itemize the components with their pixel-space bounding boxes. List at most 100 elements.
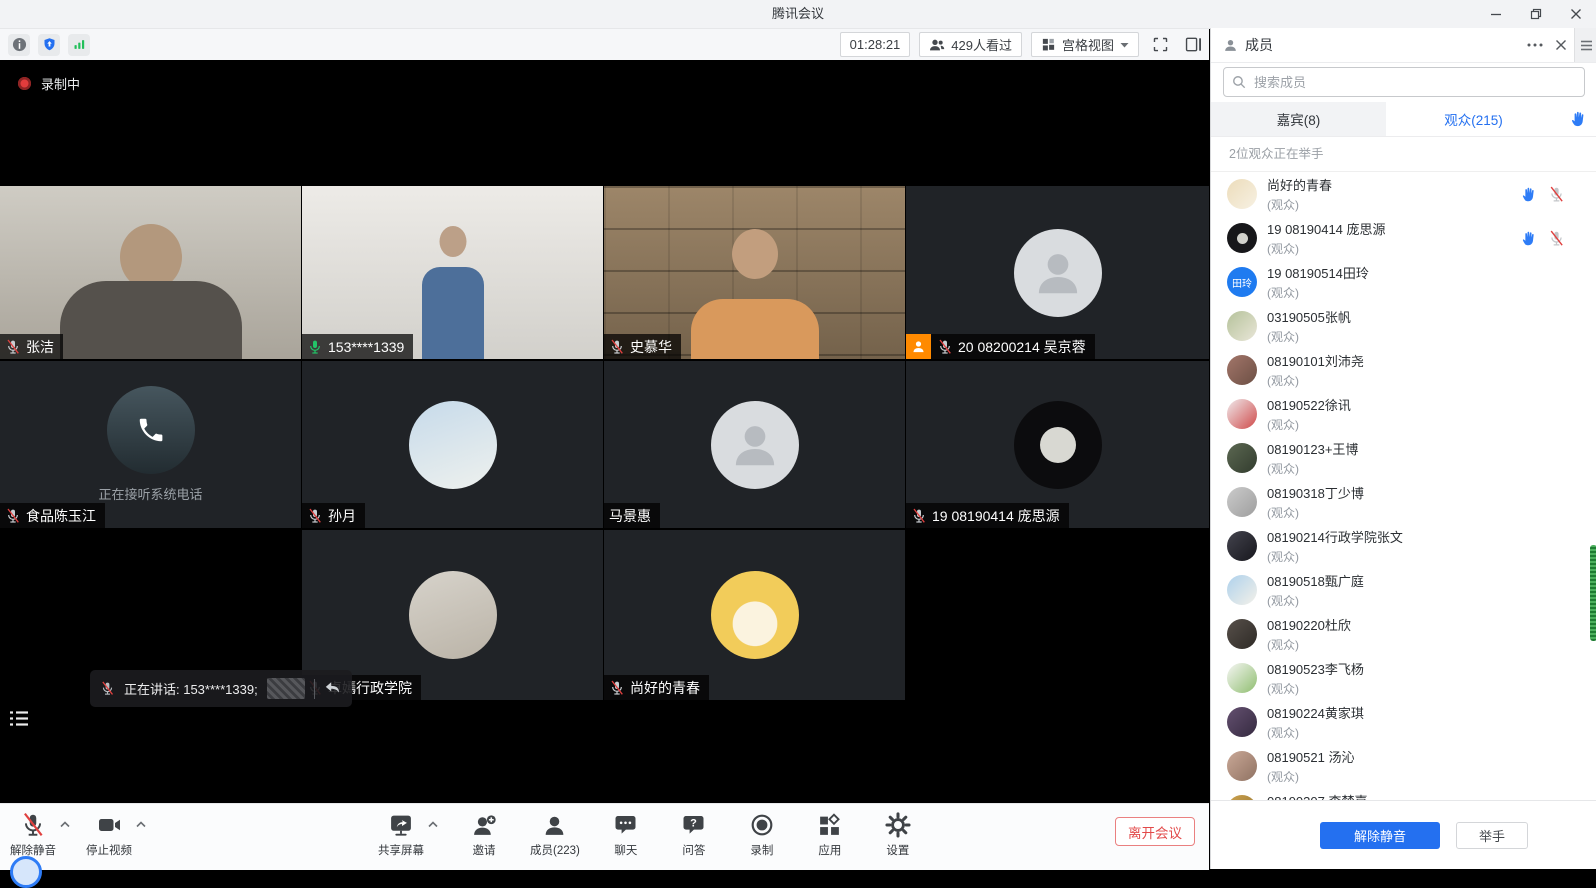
tile-caption: 正在接听系统电话 bbox=[98, 484, 202, 503]
member-avatar bbox=[1227, 575, 1257, 605]
member-name: 08190123+王博 bbox=[1267, 439, 1555, 458]
side-panel-toggle-icon[interactable] bbox=[1181, 33, 1205, 57]
participant-name: 19 08190414 庞思源 bbox=[932, 506, 1060, 526]
fullscreen-button[interactable] bbox=[1148, 33, 1172, 57]
member-list-item[interactable]: 08190521 汤沁 (观众) bbox=[1211, 744, 1596, 788]
mic-muted-icon bbox=[1548, 186, 1565, 203]
more-options-icon[interactable] bbox=[1522, 28, 1548, 62]
toolbar-button-record[interactable]: 录制 bbox=[740, 811, 784, 858]
unmute-button[interactable]: 解除静音 bbox=[1320, 822, 1440, 849]
member-avatar bbox=[1227, 443, 1257, 473]
member-list-item[interactable]: 08190123+王博 (观众) bbox=[1211, 436, 1596, 480]
video-tile[interactable]: 马景惠 bbox=[604, 361, 905, 528]
video-tile[interactable]: 20 08200214 吴京蓉 bbox=[906, 186, 1209, 359]
leave-meeting-button[interactable]: 离开会议 bbox=[1115, 817, 1195, 846]
chevron-up-icon[interactable] bbox=[428, 821, 438, 828]
raise-hand-count-header: 2位观众正在举手 bbox=[1211, 136, 1596, 172]
floating-app-avatar[interactable] bbox=[10, 856, 42, 888]
raised-hands-indicator-icon[interactable] bbox=[1561, 102, 1596, 136]
participant-avatar bbox=[409, 571, 497, 659]
member-avatar: 田玲 bbox=[1227, 267, 1257, 297]
tab-audience[interactable]: 观众(215) bbox=[1386, 102, 1561, 136]
toolbar-button-chat[interactable]: 聊天 bbox=[604, 811, 648, 858]
camera-icon bbox=[96, 811, 123, 839]
recording-dot-icon bbox=[18, 77, 31, 90]
viewer-count-button[interactable]: 429人看过 bbox=[919, 32, 1022, 57]
member-list-item[interactable]: 08190101刘沛尧 (观众) bbox=[1211, 348, 1596, 392]
member-list-item[interactable]: 尚好的青春 (观众) bbox=[1211, 172, 1596, 216]
member-name: 08190214行政学院张文 bbox=[1267, 527, 1555, 546]
member-name: 03190505张帆 bbox=[1267, 307, 1555, 326]
undo-arrow-icon[interactable] bbox=[324, 681, 342, 696]
member-name: 08190224黄家琪 bbox=[1267, 703, 1555, 722]
video-tile[interactable]: 正在接听系统电话 食品陈玉江 bbox=[0, 361, 301, 528]
network-signal-icon[interactable] bbox=[68, 34, 90, 56]
grid-view-icon bbox=[1041, 37, 1056, 52]
toolbar-button-apps[interactable]: 应用 bbox=[808, 811, 852, 858]
member-role: (观众) bbox=[1267, 592, 1555, 609]
speaking-toast: 正在讲话: 153****1339; bbox=[90, 670, 352, 707]
member-list-item[interactable]: 08190224黄家琪 (观众) bbox=[1211, 700, 1596, 744]
toolbar-button-settings[interactable]: 设置 bbox=[876, 811, 920, 858]
participant-name: 食品陈玉江 bbox=[26, 506, 96, 526]
video-tile[interactable]: 孙月 bbox=[302, 361, 603, 528]
recording-indicator: 录制中 bbox=[18, 74, 80, 93]
video-tile[interactable]: 史慕华 bbox=[604, 186, 905, 359]
close-panel-icon[interactable] bbox=[1548, 28, 1574, 62]
search-input[interactable] bbox=[1252, 74, 1576, 91]
toolbar-button-invite[interactable]: 邀请 bbox=[462, 811, 506, 858]
record-icon bbox=[749, 811, 775, 839]
member-name: 08190307 李梦嘉 bbox=[1267, 791, 1555, 800]
panel-drag-handle-icon[interactable] bbox=[1574, 28, 1596, 62]
restore-button[interactable] bbox=[1516, 0, 1556, 28]
member-list-item[interactable]: 田玲 19 08190514田玲 (观众) bbox=[1211, 260, 1596, 304]
member-role: (观众) bbox=[1267, 680, 1555, 697]
close-button[interactable] bbox=[1556, 0, 1596, 28]
toolbar-button-members[interactable]: 成员(223) bbox=[530, 811, 580, 858]
member-list-item[interactable]: 08190523李飞杨 (观众) bbox=[1211, 656, 1596, 700]
meeting-info-icon[interactable] bbox=[8, 34, 30, 56]
member-list-item[interactable]: 08190518甄广庭 (观众) bbox=[1211, 568, 1596, 612]
member-list-item[interactable]: 08190522徐讯 (观众) bbox=[1211, 392, 1596, 436]
member-name: 19 08190514田玲 bbox=[1267, 263, 1555, 282]
participant-name: 马景惠 bbox=[609, 506, 651, 526]
video-tile[interactable]: 19 08190414 庞思源 bbox=[906, 361, 1209, 528]
member-list-item[interactable]: 03190505张帆 (观众) bbox=[1211, 304, 1596, 348]
member-list-item[interactable]: 08190307 李梦嘉 (观众) bbox=[1211, 788, 1596, 800]
caption-list-icon[interactable] bbox=[8, 708, 30, 728]
member-name: 08190522徐讯 bbox=[1267, 395, 1555, 414]
tab-guests[interactable]: 嘉宾(8) bbox=[1211, 102, 1386, 136]
member-tabs: 嘉宾(8) 观众(215) bbox=[1211, 102, 1596, 137]
panel-title: 成员 bbox=[1245, 35, 1273, 55]
member-avatar bbox=[1227, 487, 1257, 517]
security-shield-icon[interactable] bbox=[38, 34, 60, 56]
member-list-item[interactable]: 08190318丁少博 (观众) bbox=[1211, 480, 1596, 524]
toolbar-button-qa[interactable]: ? 问答 bbox=[672, 811, 716, 858]
video-tile[interactable]: 尚好的青春 bbox=[604, 530, 905, 700]
member-role: (观众) bbox=[1267, 768, 1555, 785]
member-search-box[interactable] bbox=[1223, 67, 1585, 97]
window-titlebar: 腾讯会议 bbox=[0, 0, 1596, 29]
scrollbar-thumb[interactable] bbox=[1590, 545, 1596, 641]
video-tile[interactable]: 张洁 bbox=[0, 186, 301, 359]
member-list-item[interactable]: 08190220杜欣 (观众) bbox=[1211, 612, 1596, 656]
member-name: 08190220杜欣 bbox=[1267, 615, 1555, 634]
chevron-up-icon[interactable] bbox=[60, 821, 70, 828]
toolbar-button-mic-muted[interactable]: 解除静音 bbox=[10, 811, 56, 858]
members-panel-footer: 解除静音 举手 bbox=[1211, 800, 1596, 869]
member-name: 08190521 汤沁 bbox=[1267, 747, 1555, 766]
participant-avatar bbox=[409, 401, 497, 489]
toolbar-button-share-screen[interactable]: 共享屏幕 bbox=[378, 811, 424, 858]
member-role: (观众) bbox=[1267, 240, 1521, 257]
member-list-item[interactable]: 19 08190414 庞思源 (观众) bbox=[1211, 216, 1596, 260]
member-role: (观众) bbox=[1267, 284, 1555, 301]
chevron-up-icon[interactable] bbox=[136, 821, 146, 828]
minimize-button[interactable] bbox=[1476, 0, 1516, 28]
view-mode-button[interactable]: 宫格视图 bbox=[1031, 32, 1139, 57]
raise-hand-button[interactable]: 举手 bbox=[1456, 822, 1528, 849]
toolbar-button-camera[interactable]: 停止视频 bbox=[86, 811, 132, 858]
member-role: (观众) bbox=[1267, 372, 1555, 389]
member-list-item[interactable]: 08190214行政学院张文 (观众) bbox=[1211, 524, 1596, 568]
video-tile[interactable]: 153****1339 bbox=[302, 186, 603, 359]
member-name: 19 08190414 庞思源 bbox=[1267, 219, 1521, 238]
